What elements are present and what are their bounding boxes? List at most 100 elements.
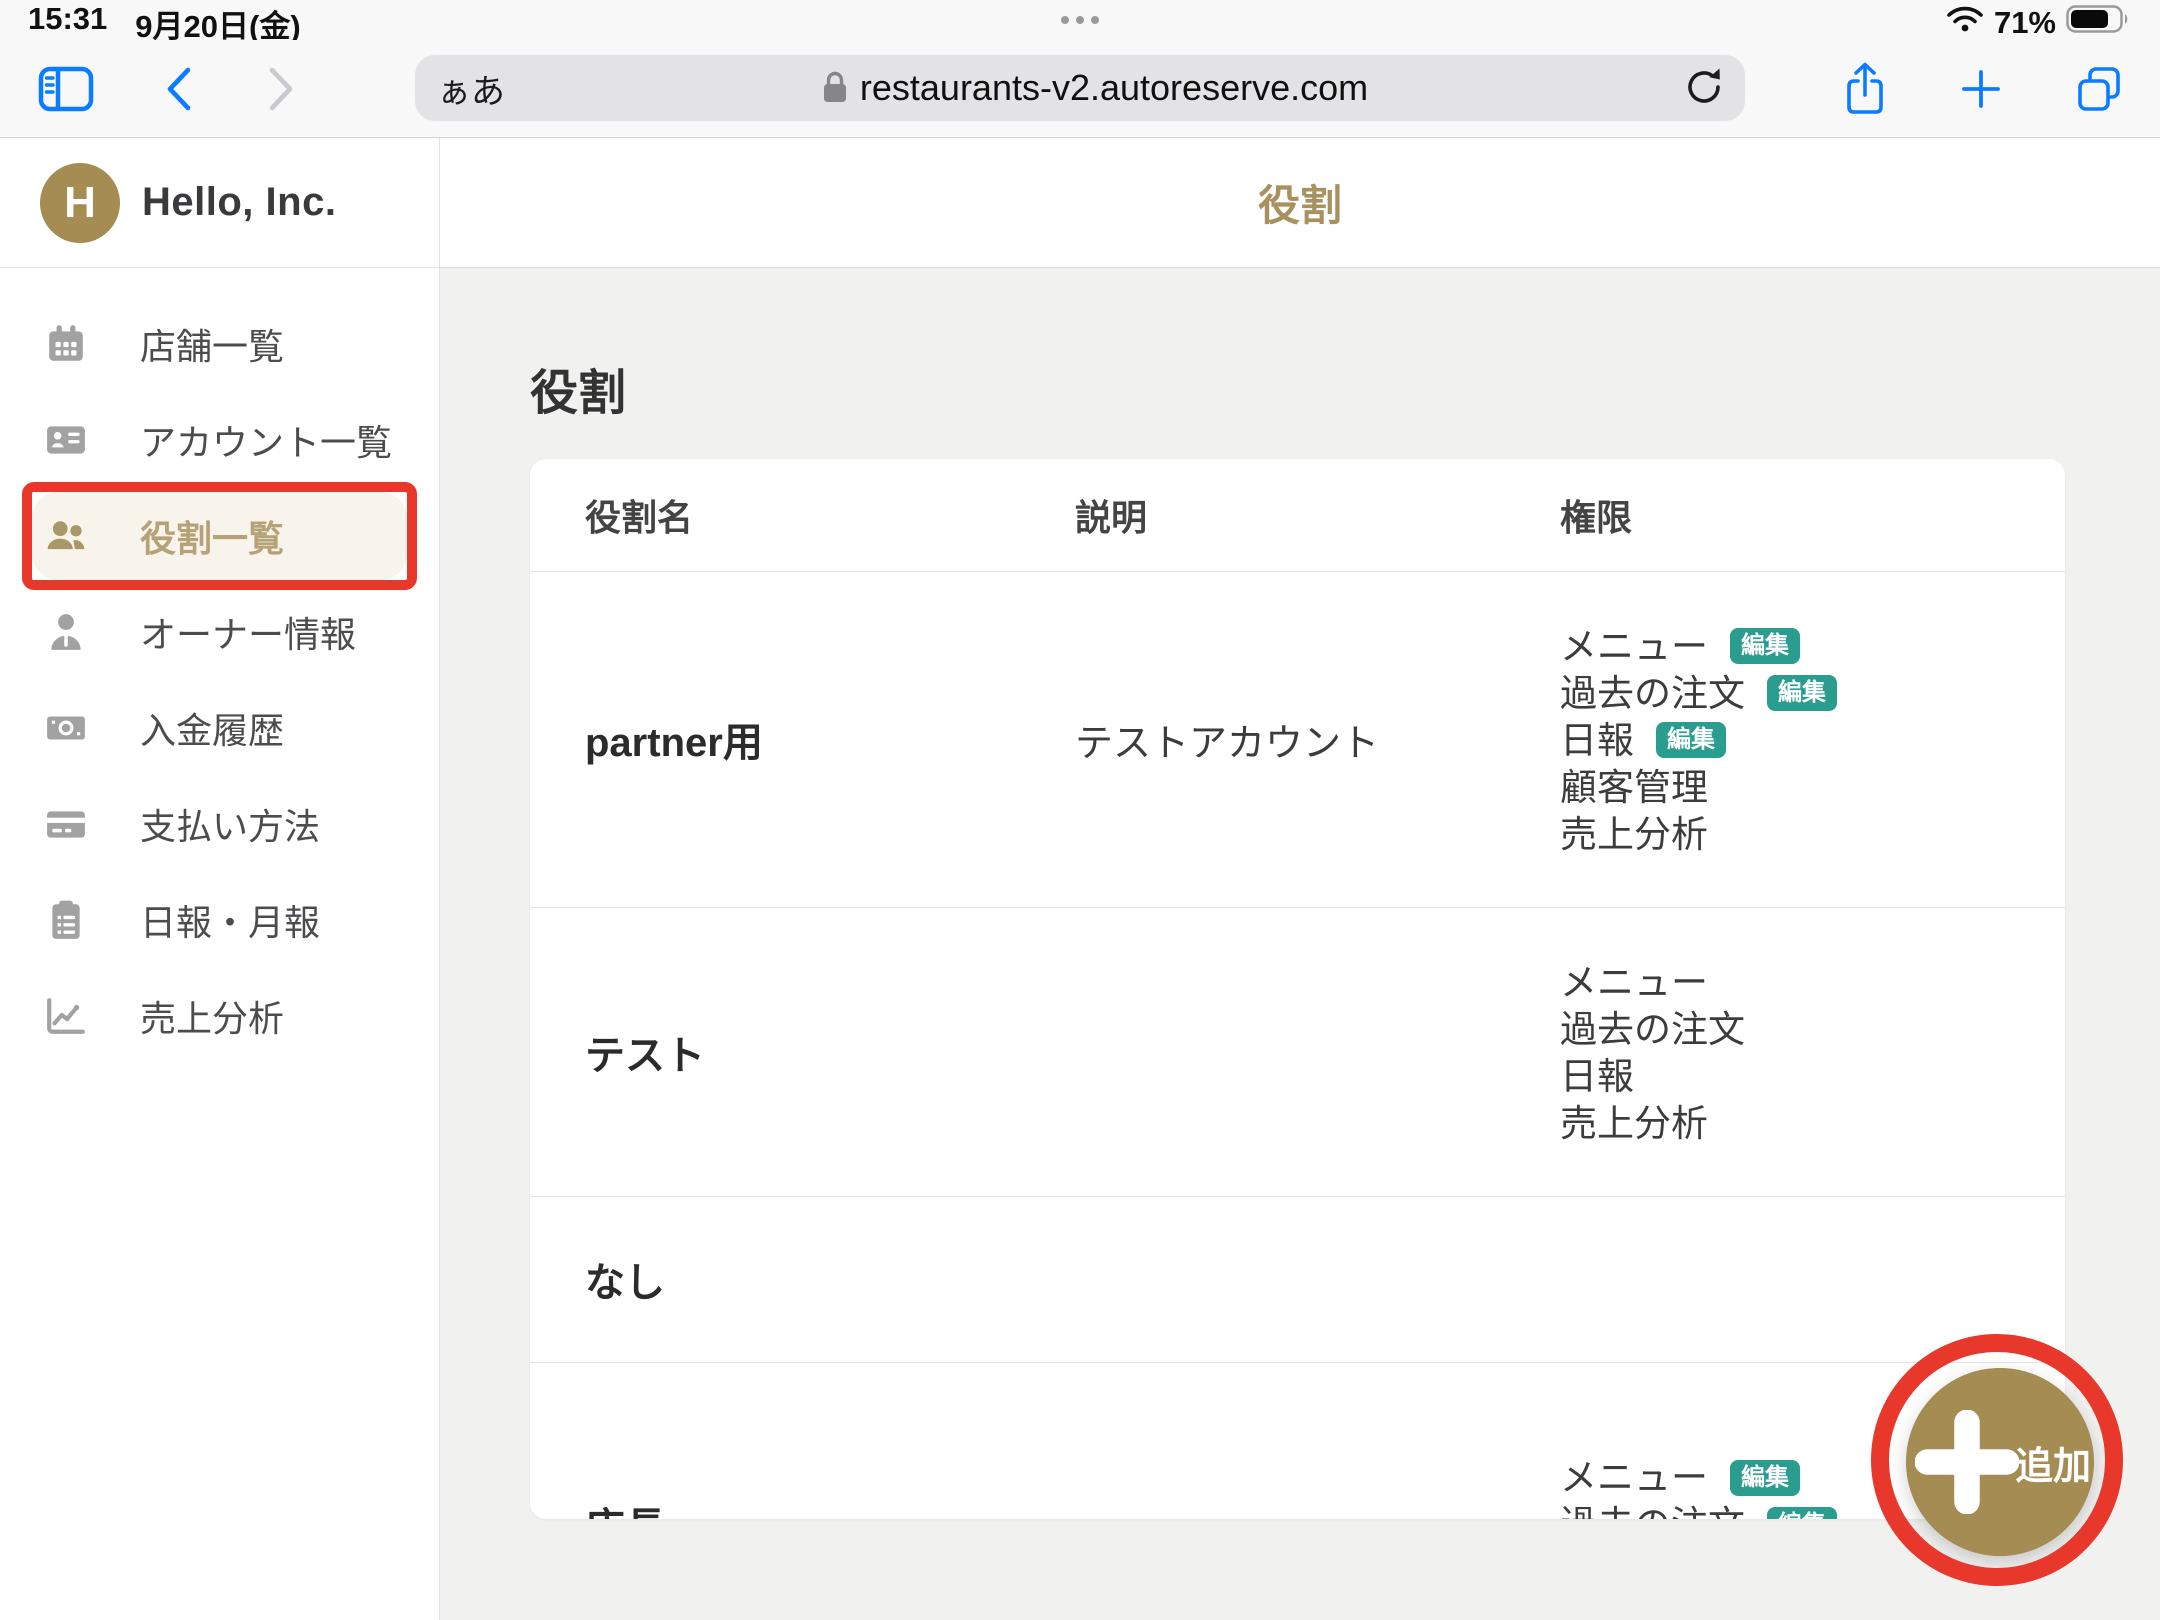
permission-item: 日報 編集 bbox=[1560, 717, 1726, 764]
sidebar-item-label: 入金履歴 bbox=[140, 702, 284, 754]
lock-icon bbox=[822, 70, 848, 107]
sidebar-toggle-icon[interactable] bbox=[38, 66, 94, 112]
sidebar-item-3[interactable]: 役割一覧 bbox=[32, 492, 407, 580]
permission-label: 日報 bbox=[1560, 717, 1634, 764]
fab-label: 追加 bbox=[2015, 1435, 2091, 1490]
permission-label: 過去の注文 bbox=[1560, 1501, 1745, 1519]
back-icon[interactable] bbox=[158, 63, 198, 115]
permission-label: 過去の注文 bbox=[1560, 670, 1745, 717]
permission-item: メニュー bbox=[1560, 959, 1708, 1006]
role-description-cell bbox=[1020, 908, 1500, 1196]
permission-label: メニュー bbox=[1560, 959, 1708, 1006]
role-name-cell: partner用 bbox=[530, 572, 1020, 907]
chart-line-icon bbox=[44, 994, 88, 1038]
battery-icon bbox=[2066, 3, 2132, 43]
roles-table-card: 役割名 説明 権限 partner用 テストアカウント メニュー 編集 過去の注… bbox=[530, 459, 2065, 1519]
add-role-fab[interactable]: 追加 bbox=[1906, 1368, 2094, 1556]
edit-badge: 編集 bbox=[1656, 722, 1726, 758]
permission-item: 過去の注文 編集 bbox=[1560, 670, 1837, 717]
permission-item: 顧客管理 bbox=[1560, 764, 1708, 811]
table-row: なし bbox=[530, 1196, 2065, 1362]
org-header: H Hello, Inc. bbox=[0, 138, 439, 268]
permission-label: 売上分析 bbox=[1560, 811, 1708, 858]
permission-item: メニュー 編集 bbox=[1560, 1454, 1800, 1501]
sidebar-nav: 店舗一覧 アカウント一覧 役割一覧 オーナー情報 入金履歴 支払い方法 日報・月… bbox=[0, 268, 439, 1060]
sidebar-item-label: 日報・月報 bbox=[140, 894, 320, 946]
forward-icon[interactable] bbox=[262, 63, 302, 115]
role-permissions-cell: メニュー 編集 過去の注文 編集 日報 編集 顧客管理 売上分析 bbox=[1500, 572, 2065, 907]
roles-table-body: partner用 テストアカウント メニュー 編集 過去の注文 編集 日報 編集… bbox=[530, 572, 2065, 1519]
page-title: 役割 bbox=[530, 368, 2160, 421]
sidebar: H Hello, Inc. 店舗一覧 アカウント一覧 役割一覧 オーナー情報 入… bbox=[0, 138, 440, 1620]
permission-label: 顧客管理 bbox=[1560, 764, 1708, 811]
plus-icon bbox=[1915, 1410, 2019, 1514]
sidebar-item-label: 支払い方法 bbox=[140, 798, 320, 850]
role-name-cell: なし bbox=[530, 1197, 1020, 1362]
role-description-cell: テストアカウント bbox=[1020, 572, 1500, 907]
calendar-icon bbox=[44, 322, 88, 366]
sidebar-item-label: アカウント一覧 bbox=[140, 414, 392, 466]
sidebar-item-7[interactable]: 日報・月報 bbox=[32, 876, 407, 964]
sidebar-item-label: オーナー情報 bbox=[140, 606, 356, 658]
sidebar-item-2[interactable]: アカウント一覧 bbox=[32, 396, 407, 484]
browser-toolbar: ぁあ restaurants-v2.autoreserve.com bbox=[0, 40, 2160, 138]
status-time: 15:31 bbox=[28, 1, 107, 46]
credit-card-icon bbox=[44, 802, 88, 846]
table-row: テスト メニュー 過去の注文 日報 売上分析 bbox=[530, 907, 2065, 1196]
edit-badge: 編集 bbox=[1767, 1507, 1837, 1519]
share-icon[interactable] bbox=[1842, 61, 1888, 117]
user-tie-icon bbox=[44, 610, 88, 654]
permission-label: メニュー bbox=[1560, 623, 1708, 670]
permission-item: 過去の注文 bbox=[1560, 1006, 1745, 1053]
users-icon bbox=[44, 514, 88, 558]
role-description-cell bbox=[1020, 1363, 1500, 1519]
permission-item: 日報 bbox=[1560, 1053, 1634, 1100]
main-header: 役割 bbox=[440, 138, 2160, 268]
table-header-row: 役割名 説明 権限 bbox=[530, 459, 2065, 572]
reader-mode-button[interactable]: ぁあ bbox=[433, 64, 509, 113]
permission-item: メニュー 編集 bbox=[1560, 623, 1800, 670]
multitasking-dots-icon[interactable] bbox=[1061, 16, 1099, 24]
edit-badge: 編集 bbox=[1730, 628, 1800, 664]
screen: 15:31 9月20日(金) 71% ぁあ bbox=[0, 0, 2160, 1620]
role-name-cell: テスト bbox=[530, 908, 1020, 1196]
sidebar-item-label: 売上分析 bbox=[140, 990, 284, 1042]
sidebar-item-5[interactable]: 入金履歴 bbox=[32, 684, 407, 772]
column-description: 説明 bbox=[1020, 489, 1500, 541]
table-row: 店長 メニュー 編集 過去の注文 編集 日報 編集 bbox=[530, 1362, 2065, 1519]
permission-item: 売上分析 bbox=[1560, 811, 1708, 858]
table-row: partner用 テストアカウント メニュー 編集 過去の注文 編集 日報 編集… bbox=[530, 572, 2065, 907]
clipboard-icon bbox=[44, 898, 88, 942]
permission-item: 過去の注文 編集 bbox=[1560, 1501, 1837, 1519]
org-name: Hello, Inc. bbox=[142, 180, 336, 225]
role-description-cell bbox=[1020, 1197, 1500, 1362]
edit-badge: 編集 bbox=[1767, 675, 1837, 711]
sidebar-item-label: 役割一覧 bbox=[140, 510, 284, 562]
column-role-name: 役割名 bbox=[530, 489, 1020, 541]
org-avatar: H bbox=[40, 163, 120, 243]
column-permissions: 権限 bbox=[1500, 489, 2065, 541]
tabs-icon[interactable] bbox=[2074, 65, 2124, 113]
role-name-cell: 店長 bbox=[530, 1363, 1020, 1519]
main-area: 役割 役割 役割名 説明 権限 partner用 テストアカウント メニュー 編… bbox=[440, 138, 2160, 1620]
sidebar-item-6[interactable]: 支払い方法 bbox=[32, 780, 407, 868]
url-text: restaurants-v2.autoreserve.com bbox=[860, 67, 1368, 109]
address-bar[interactable]: ぁあ restaurants-v2.autoreserve.com bbox=[415, 55, 1745, 121]
new-tab-icon[interactable] bbox=[1958, 66, 2004, 112]
main-header-title: 役割 bbox=[1258, 172, 1342, 233]
battery-percent: 71% bbox=[1994, 5, 2056, 41]
permission-item: 売上分析 bbox=[1560, 1100, 1708, 1147]
reload-icon[interactable] bbox=[1681, 64, 1727, 113]
edit-badge: 編集 bbox=[1730, 1460, 1800, 1496]
sidebar-item-label: 店舗一覧 bbox=[140, 318, 284, 370]
permission-label: 過去の注文 bbox=[1560, 1006, 1745, 1053]
permission-label: 売上分析 bbox=[1560, 1100, 1708, 1147]
wifi-icon bbox=[1946, 5, 1984, 41]
id-card-icon bbox=[44, 418, 88, 462]
role-permissions-cell bbox=[1500, 1197, 2065, 1362]
content: 役割 役割名 説明 権限 partner用 テストアカウント メニュー 編集 過… bbox=[440, 268, 2160, 1620]
sidebar-item-4[interactable]: オーナー情報 bbox=[32, 588, 407, 676]
sidebar-item-1[interactable]: 店舗一覧 bbox=[32, 300, 407, 388]
money-bill-icon bbox=[44, 706, 88, 750]
sidebar-item-8[interactable]: 売上分析 bbox=[32, 972, 407, 1060]
